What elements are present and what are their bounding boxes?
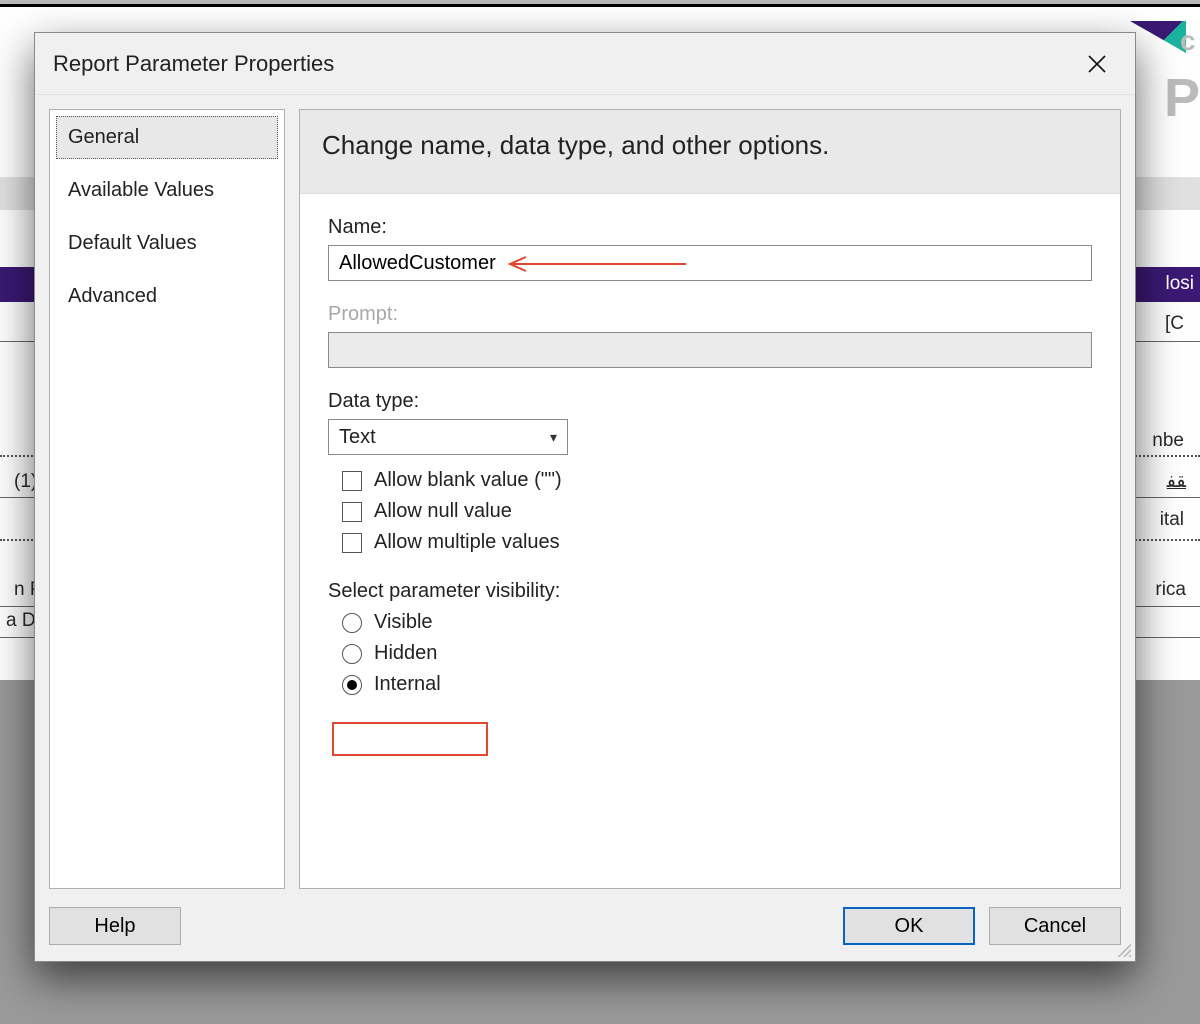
radio-label: Visible xyxy=(374,611,433,634)
nav-item-label: Default Values xyxy=(68,232,197,254)
checkbox-allow-null[interactable]: Allow null value xyxy=(342,500,1092,523)
dialog-footer: Help OK Cancel xyxy=(35,901,1135,961)
side-nav: General Available Values Default Values … xyxy=(49,109,285,889)
dialog-titlebar: Report Parameter Properties xyxy=(35,33,1135,95)
annotation-highlight-box xyxy=(332,722,488,756)
close-button[interactable] xyxy=(1077,44,1117,84)
nav-item-default-values[interactable]: Default Values xyxy=(56,222,278,265)
radio-visible[interactable]: Visible xyxy=(342,611,1092,634)
brand-letter-c: c xyxy=(1180,25,1196,57)
frag-arabic-right: ﻘﻔ xyxy=(1167,470,1186,493)
nav-item-label: Advanced xyxy=(68,285,157,307)
radio-circle xyxy=(342,644,362,664)
brand-letter-p: P xyxy=(1164,67,1200,129)
label-prompt: Prompt: xyxy=(328,303,1092,326)
checkbox-box xyxy=(342,502,362,522)
prompt-input xyxy=(328,332,1092,368)
ok-button[interactable]: OK xyxy=(843,907,975,945)
close-icon xyxy=(1086,53,1108,75)
label-visibility: Select parameter visibility: xyxy=(328,580,1092,603)
radio-label: Hidden xyxy=(374,642,437,665)
nav-item-advanced[interactable]: Advanced xyxy=(56,275,278,318)
frag-ital: ital xyxy=(1160,509,1184,531)
nav-item-general[interactable]: General xyxy=(56,116,278,159)
button-label: Cancel xyxy=(1024,915,1086,938)
checkbox-allow-multiple[interactable]: Allow multiple values xyxy=(342,531,1092,554)
button-label: Help xyxy=(94,915,135,938)
nav-item-available-values[interactable]: Available Values xyxy=(56,169,278,212)
label-datatype: Data type: xyxy=(328,390,1092,413)
radio-internal[interactable]: Internal xyxy=(342,673,1092,696)
chevron-down-icon: ▾ xyxy=(550,429,557,446)
panel-heading: Change name, data type, and other option… xyxy=(300,110,1120,194)
frag-bracket: [C xyxy=(1165,313,1184,335)
checkbox-label: Allow multiple values xyxy=(374,531,560,554)
datatype-value: Text xyxy=(339,426,376,449)
cancel-button[interactable]: Cancel xyxy=(989,907,1121,945)
frag-rica: rica xyxy=(1155,579,1186,601)
dialog-report-parameter-properties: Report Parameter Properties General Avai… xyxy=(34,32,1136,962)
resize-grip-icon[interactable] xyxy=(1117,943,1131,957)
panel-general: Change name, data type, and other option… xyxy=(299,109,1121,889)
label-name: Name: xyxy=(328,216,1092,239)
help-button[interactable]: Help xyxy=(49,907,181,945)
checkbox-label: Allow null value xyxy=(374,500,512,523)
radio-circle xyxy=(342,613,362,633)
frag-nbe: nbe xyxy=(1152,430,1184,452)
name-input[interactable] xyxy=(328,245,1092,281)
checkbox-allow-blank[interactable]: Allow blank value ("") xyxy=(342,469,1092,492)
checkbox-box xyxy=(342,471,362,491)
radio-label: Internal xyxy=(374,673,441,696)
purple-frag: losi xyxy=(1165,273,1194,295)
dialog-title: Report Parameter Properties xyxy=(53,51,334,77)
checkbox-box xyxy=(342,533,362,553)
radio-hidden[interactable]: Hidden xyxy=(342,642,1092,665)
brand-triangle-icon xyxy=(1130,21,1186,53)
checkbox-label: Allow blank value ("") xyxy=(374,469,562,492)
nav-item-label: Available Values xyxy=(68,179,214,201)
radio-circle xyxy=(342,675,362,695)
datatype-select[interactable]: Text ▾ xyxy=(328,419,568,455)
nav-item-label: General xyxy=(68,126,139,148)
button-label: OK xyxy=(895,915,924,938)
